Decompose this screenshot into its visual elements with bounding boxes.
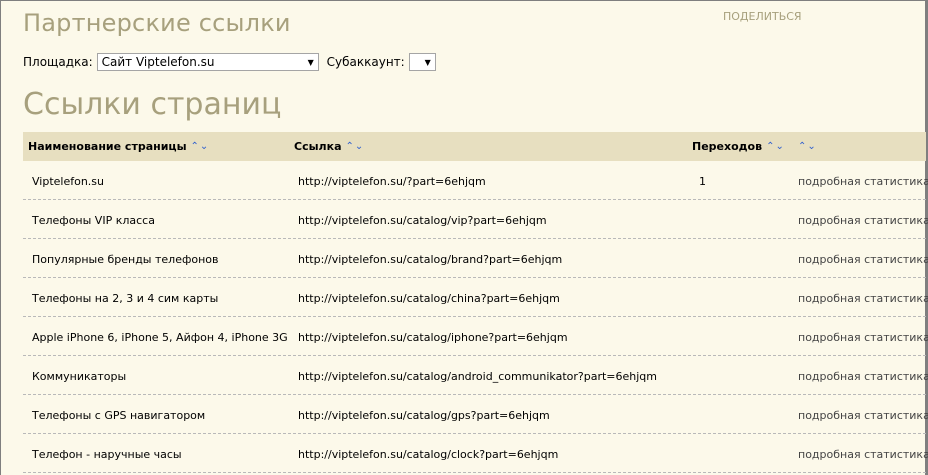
column-header-url-label: Ссылка bbox=[294, 140, 342, 153]
column-header-name-label: Наименование страницы bbox=[28, 140, 187, 153]
table-header: Наименование страницы ⌃⌄ Ссылка ⌃⌄ Перех… bbox=[23, 132, 926, 161]
table-row: Apple iPhone 6, iPhone 5, Айфон 4, iPhon… bbox=[23, 317, 928, 356]
table-row: Телефон - наручные часы http://viptelefo… bbox=[23, 434, 928, 473]
page-url: http://viptelefon.su/catalog/vip?part=6e… bbox=[298, 214, 547, 227]
stats-link[interactable]: подробная статистика bbox=[798, 253, 928, 266]
share-link[interactable]: ПОДЕЛИТЬСЯ bbox=[723, 10, 802, 23]
page-url: http://viptelefon.su/catalog/iphone?part… bbox=[298, 331, 568, 344]
page-name: Телефон - наручные часы bbox=[32, 448, 182, 461]
stats-link[interactable]: подробная статистика bbox=[798, 409, 928, 422]
page-url: http://viptelefon.su/catalog/china?part=… bbox=[298, 292, 560, 305]
platform-select[interactable]: Сайт Viptelefon.su ▼ bbox=[96, 53, 319, 71]
page-name: Apple iPhone 6, iPhone 5, Айфон 4, iPhon… bbox=[32, 331, 288, 344]
page-name: Телефоны на 2, 3 и 4 сим карты bbox=[32, 292, 219, 305]
subaccount-select[interactable]: ▼ bbox=[408, 53, 436, 71]
chevron-down-icon: ▼ bbox=[424, 57, 431, 67]
page-name: Коммуникаторы bbox=[32, 370, 127, 383]
stats-link[interactable]: подробная статистика bbox=[798, 175, 928, 188]
page-url: http://viptelefon.su/?part=6ehjqm bbox=[298, 175, 486, 188]
table-row: Телефоны VIP класса http://viptelefon.su… bbox=[23, 200, 928, 239]
column-header-hits-label: Переходов bbox=[692, 140, 763, 153]
table-row: Телефоны с GPS навигатором http://viptel… bbox=[23, 395, 928, 434]
sort-icon[interactable]: ⌃⌄ bbox=[346, 141, 365, 152]
stats-link[interactable]: подробная статистика bbox=[798, 292, 928, 305]
subaccount-label: Субаккаунт: bbox=[326, 55, 405, 69]
chevron-down-icon: ▼ bbox=[307, 57, 314, 67]
sort-icon[interactable]: ⌃⌄ bbox=[766, 141, 785, 152]
platform-label: Площадка: bbox=[23, 55, 93, 69]
section-title: Ссылки страниц bbox=[23, 87, 282, 122]
stats-link[interactable]: подробная статистика bbox=[798, 214, 928, 227]
hits-count: 1 bbox=[699, 175, 706, 188]
stats-link[interactable]: подробная статистика bbox=[798, 331, 928, 344]
column-header-name: Наименование страницы ⌃⌄ bbox=[28, 140, 209, 153]
page-url: http://viptelefon.su/catalog/android_com… bbox=[298, 370, 657, 383]
page-title: Партнерские ссылки bbox=[23, 9, 291, 37]
page-url: http://viptelefon.su/catalog/gps?part=6e… bbox=[298, 409, 550, 422]
stats-link[interactable]: подробная статистика bbox=[798, 370, 928, 383]
page-name: Телефоны VIP класса bbox=[32, 214, 155, 227]
sort-icon[interactable]: ⌃⌄ bbox=[798, 141, 817, 152]
stats-link[interactable]: подробная статистика bbox=[798, 448, 928, 461]
table-row: Viptelefon.su http://viptelefon.su/?part… bbox=[23, 161, 928, 200]
table-row: Телефоны на 2, 3 и 4 сим карты http://vi… bbox=[23, 278, 928, 317]
page-name: Viptelefon.su bbox=[32, 175, 104, 188]
sort-icon[interactable]: ⌃⌄ bbox=[191, 141, 210, 152]
page-name: Популярные бренды телефонов bbox=[32, 253, 219, 266]
table-row: Популярные бренды телефонов http://vipte… bbox=[23, 239, 928, 278]
platform-select-value: Сайт Viptelefon.su bbox=[101, 55, 215, 69]
page-url: http://viptelefon.su/catalog/brand?part=… bbox=[298, 253, 563, 266]
page-name: Телефоны с GPS навигатором bbox=[32, 409, 206, 422]
table-row: Коммуникаторы http://viptelefon.su/catal… bbox=[23, 356, 928, 395]
page-url: http://viptelefon.su/catalog/clock?part=… bbox=[298, 448, 559, 461]
column-header-url: Ссылка ⌃⌄ bbox=[294, 140, 364, 153]
column-header-extra: ⌃⌄ bbox=[798, 141, 817, 152]
links-table: Наименование страницы ⌃⌄ Ссылка ⌃⌄ Перех… bbox=[23, 132, 928, 473]
column-header-hits: Переходов ⌃⌄ bbox=[692, 140, 785, 153]
filter-bar: Площадка: Сайт Viptelefon.su ▼ Субаккаун… bbox=[23, 53, 436, 71]
